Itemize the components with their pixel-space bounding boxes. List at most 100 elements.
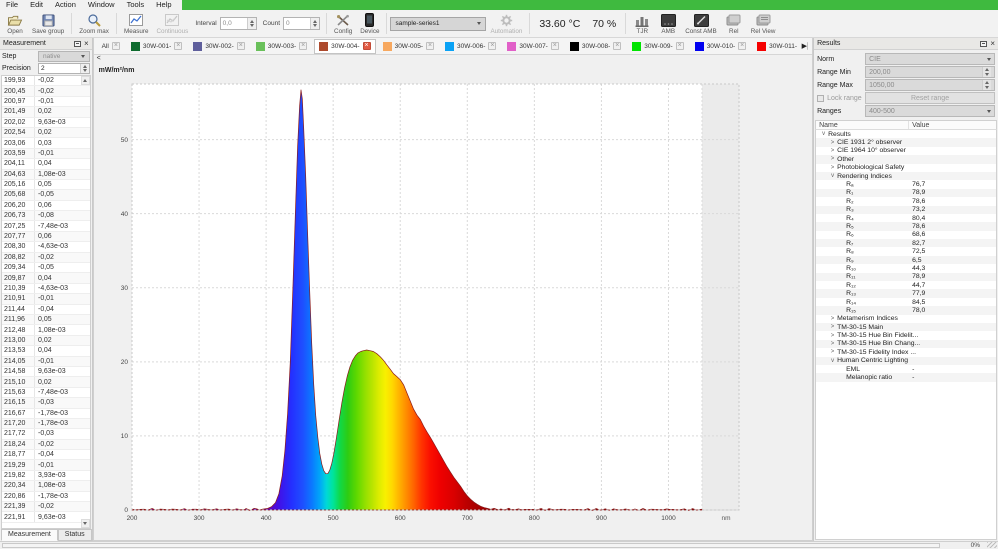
expand-icon[interactable]: > (828, 316, 837, 322)
measurement-row[interactable]: 218,24-0,02 (2, 440, 90, 450)
menu-file[interactable]: File (0, 0, 24, 10)
measurement-row[interactable]: 213,530,04 (2, 346, 90, 356)
reset-range-button[interactable]: Reset range (865, 92, 995, 104)
measurement-row[interactable]: 202,029,63e-03 (2, 118, 90, 128)
series-item-30w005[interactable]: 30W-005-× (379, 39, 438, 54)
interval-spin-arrows[interactable] (247, 18, 256, 29)
close-panel-icon[interactable]: × (990, 40, 995, 48)
measurement-row[interactable]: 200,97-0,01 (2, 97, 90, 107)
series-item-30w009[interactable]: 30W-009-× (628, 39, 687, 54)
tree-item[interactable]: R₄80,4 (816, 214, 996, 222)
measure-button[interactable]: Measure (120, 11, 153, 36)
tab-status[interactable]: Status (58, 529, 92, 541)
tree-item[interactable]: >TM-30-15 Hue Bin Fidelit... (816, 331, 996, 339)
spin-down-icon[interactable] (313, 24, 317, 27)
spin-down-icon[interactable] (83, 69, 87, 72)
tree-item[interactable]: R₁₄84,5 (816, 298, 996, 306)
tree-item[interactable]: >TM-30-15 Hue Bin Chang... (816, 340, 996, 348)
float-panel-icon[interactable] (980, 41, 987, 47)
count-spin-arrows[interactable] (310, 18, 319, 29)
measurement-row[interactable]: 215,100,02 (2, 377, 90, 387)
scroll-down-icon[interactable] (81, 519, 90, 528)
tree-item[interactable]: R₆68,6 (816, 231, 996, 239)
collapse-icon[interactable]: v (828, 173, 837, 179)
remove-series-icon[interactable]: × (488, 42, 496, 50)
series-item-30w001[interactable]: 30W-001-× (127, 39, 186, 54)
count-spinbox[interactable]: 0 (283, 17, 320, 30)
series-item-30w004[interactable]: 30W-004-× (314, 39, 375, 54)
measurement-row[interactable]: 203,060,03 (2, 138, 90, 148)
tree-item[interactable]: R₅78,6 (816, 222, 996, 230)
series-item-30w002[interactable]: 30W-002-× (189, 39, 248, 54)
tjr-button[interactable]: TJR (629, 11, 655, 36)
series-scroll-right-icon[interactable]: ▶ (800, 42, 807, 50)
range-min-spin-arrows[interactable] (982, 67, 991, 77)
expand-icon[interactable]: > (828, 324, 837, 330)
tree-item[interactable]: >CIE 1964 10° observer (816, 147, 996, 155)
measurement-row[interactable]: 204,631,08e-03 (2, 170, 90, 180)
collapse-icon[interactable]: v (828, 358, 837, 364)
expand-icon[interactable]: > (828, 156, 837, 162)
series-item-30w006[interactable]: 30W-006-× (441, 39, 500, 54)
config-button[interactable]: Config (330, 11, 356, 36)
expand-icon[interactable]: > (828, 341, 837, 347)
measurement-row[interactable]: 207,770,06 (2, 232, 90, 242)
tree-item[interactable]: R₇82,7 (816, 239, 996, 247)
value-column-header[interactable]: Value (909, 122, 929, 129)
checkbox-icon[interactable] (817, 95, 824, 102)
rel-view-button[interactable]: Rel View (747, 11, 780, 36)
measurement-row[interactable]: 202,540,02 (2, 128, 90, 138)
tab-measurement[interactable]: Measurement (1, 529, 58, 541)
tree-item[interactable]: vRendering Indices (816, 172, 996, 180)
measurement-row[interactable]: 200,45-0,02 (2, 86, 90, 96)
spin-up-icon[interactable] (250, 20, 254, 23)
tree-item[interactable]: R₁₃77,9 (816, 289, 996, 297)
remove-series-icon[interactable]: × (112, 42, 120, 50)
measurement-row[interactable]: 209,34-0,05 (2, 263, 90, 273)
collapse-icon[interactable]: v (819, 131, 828, 137)
open-button[interactable]: Open (2, 11, 28, 36)
menu-help[interactable]: Help (150, 0, 177, 10)
measurement-row[interactable]: 210,39-4,63e-03 (2, 284, 90, 294)
measurement-row[interactable]: 207,25-7,48e-03 (2, 221, 90, 231)
tree-item[interactable]: Melanopic ratio- (816, 373, 996, 381)
rel-button[interactable]: Rel (721, 11, 747, 36)
measurement-row[interactable]: 218,77-0,04 (2, 450, 90, 460)
range-max-spinbox[interactable]: 1050,00 (865, 79, 995, 91)
tree-item[interactable]: R₁78,9 (816, 189, 996, 197)
measurement-row[interactable]: 221,39-0,02 (2, 502, 90, 512)
device-button[interactable]: Device (356, 11, 383, 36)
measurement-row[interactable]: 206,73-0,08 (2, 211, 90, 221)
tree-item[interactable]: vResults (816, 130, 996, 138)
name-column-header[interactable]: Name (816, 121, 909, 129)
measurement-row[interactable]: 208,82-0,02 (2, 253, 90, 263)
series-item-30w010[interactable]: 30W-010-× (691, 39, 750, 54)
range-min-spinbox[interactable]: 200,00 (865, 66, 995, 78)
tree-item[interactable]: vHuman Centric Lighting (816, 357, 996, 365)
expand-icon[interactable]: > (828, 148, 837, 154)
automation-button[interactable]: Automation (486, 11, 526, 36)
measurement-row[interactable]: 210,91-0,01 (2, 294, 90, 304)
series-select[interactable]: sample-series1 (390, 17, 486, 31)
tree-item[interactable]: >Metamerism Indices (816, 315, 996, 323)
measurement-row[interactable]: 217,72-0,03 (2, 429, 90, 439)
remove-series-icon[interactable]: × (426, 42, 434, 50)
remove-series-icon[interactable]: × (174, 42, 182, 50)
remove-series-icon[interactable]: × (676, 42, 684, 50)
save-group-button[interactable]: Save group (28, 11, 68, 36)
series-item-30w007[interactable]: 30W-007-× (503, 39, 562, 54)
tree-item[interactable]: R₁₂44,7 (816, 281, 996, 289)
tree-item[interactable]: R₉6,5 (816, 256, 996, 264)
tree-item[interactable]: R₈72,5 (816, 247, 996, 255)
series-item-30w008[interactable]: 30W-008-× (566, 39, 625, 54)
measurement-row[interactable]: 214,589,63e-03 (2, 367, 90, 377)
lock-range-checkbox[interactable]: Lock range (817, 95, 863, 102)
measurement-row[interactable]: 211,960,05 (2, 315, 90, 325)
expand-icon[interactable]: > (828, 165, 837, 171)
tree-item[interactable]: Rₐ76,7 (816, 180, 996, 188)
measurement-row[interactable]: 203,59-0,01 (2, 149, 90, 159)
const-amb-button[interactable]: Const AMB (681, 11, 721, 36)
expand-icon[interactable]: > (828, 140, 837, 146)
resize-grip-icon[interactable] (987, 542, 997, 548)
tree-item[interactable]: R₁₁78,9 (816, 273, 996, 281)
